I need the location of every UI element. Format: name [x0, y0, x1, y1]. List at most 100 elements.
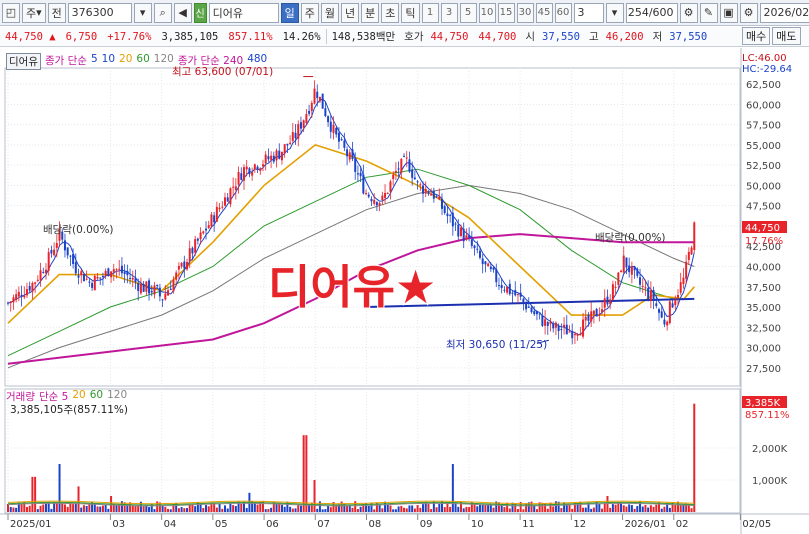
candle-body [286, 143, 289, 146]
volume-bar [630, 505, 633, 512]
volume-bar [427, 503, 430, 512]
candle-body [245, 166, 248, 170]
volume-bar [492, 507, 495, 512]
candle-body [549, 321, 552, 324]
candle-body [240, 173, 243, 180]
code-dropdown-icon[interactable]: ▾ [133, 2, 152, 23]
candle-body [576, 334, 579, 336]
candle-body [354, 157, 357, 172]
save-icon[interactable]: ▣ [719, 2, 738, 23]
candle-body [622, 255, 625, 273]
candle-body [175, 272, 178, 280]
tab-week[interactable]: 주 [300, 2, 319, 23]
candle-body [305, 114, 308, 123]
tab-minute[interactable]: 분 [361, 2, 380, 23]
trade-amount: 148,538백만 [325, 29, 401, 44]
tab-month[interactable]: 월 [320, 2, 340, 23]
stock-label[interactable]: 디어유 [6, 53, 41, 70]
ma-10: 10 [101, 53, 116, 65]
interval-select[interactable]: 3 [573, 2, 604, 23]
minute-60[interactable]: 60 [554, 2, 572, 23]
minute-3[interactable]: 3 [440, 2, 458, 23]
candle-body [405, 157, 408, 159]
minute-1[interactable]: 1 [421, 2, 439, 23]
candle-body [411, 169, 414, 178]
candle-body [495, 268, 498, 283]
draw-tool-icon[interactable]: ✎ [699, 2, 718, 23]
volume-bar [194, 506, 197, 512]
candle-body [224, 197, 227, 206]
volume-bar [614, 504, 617, 512]
type-button[interactable]: 전 [47, 2, 66, 23]
volume-bar [462, 508, 465, 512]
volume-bar [232, 505, 235, 512]
volume-bar [503, 507, 506, 512]
volume-bar [34, 476, 37, 512]
minute-15[interactable]: 15 [497, 2, 515, 23]
minute-45[interactable]: 45 [535, 2, 553, 23]
candle-body [644, 287, 647, 289]
candle-body [484, 261, 487, 265]
volume-bar [177, 508, 180, 512]
candle-body [142, 284, 145, 292]
candle-body [85, 278, 88, 280]
low-price: 37,550 [669, 30, 708, 43]
candle-body [351, 149, 354, 160]
volume-bar [644, 504, 647, 512]
minute-10[interactable]: 10 [478, 2, 496, 23]
candle-body [511, 292, 514, 294]
volume-bar [568, 505, 571, 512]
volume-bar [397, 506, 400, 512]
search-icon[interactable]: ⌕ [153, 2, 172, 23]
chart-settings-icon[interactable]: ⚙ [679, 2, 698, 23]
stock-chart[interactable]: 62,500 60,000 57,500 55,000 52,500 50,000 47,5… [0, 48, 809, 534]
market-select[interactable]: 주 ▾ [22, 2, 46, 23]
candle-body [267, 156, 270, 160]
bid-label: 호가 [404, 31, 424, 43]
minute-5[interactable]: 5 [459, 2, 477, 23]
toolbar: ◰ 주 ▾ 전 376300 ▾ ⌕ ◀ 신 디어유 일 주 월 년 분 초 틱 … [0, 0, 809, 26]
volume-bar [592, 507, 595, 512]
volume-bar [270, 507, 273, 512]
candle-body [251, 172, 254, 176]
tab-day[interactable]: 일 [280, 2, 299, 23]
candle-body [261, 164, 264, 167]
candle-body [560, 328, 563, 330]
tab-tick[interactable]: 틱 [401, 2, 420, 23]
buy-button[interactable]: 매수 [742, 27, 771, 45]
low-annotation: 최저 30,650 (11/25) [446, 339, 547, 351]
candle-body [12, 297, 15, 303]
tab-second[interactable]: 초 [381, 2, 400, 23]
volume-bar [299, 505, 302, 512]
volume-bar [327, 505, 330, 512]
candle-body [23, 295, 26, 298]
candle-body [519, 292, 522, 297]
minute-30[interactable]: 30 [516, 2, 534, 23]
sell-button[interactable]: 매도 [772, 27, 801, 45]
code-input[interactable]: 376300 [67, 2, 132, 23]
candle-body [55, 243, 58, 248]
candle-body [218, 207, 221, 210]
window-icon[interactable]: ◰ [2, 2, 20, 23]
interval-dropdown-icon[interactable]: ▾ [605, 2, 624, 23]
candle-body [489, 266, 492, 270]
candle-body [318, 96, 321, 102]
candle-body [500, 284, 503, 289]
volume-bar [256, 504, 259, 512]
candle-body [316, 91, 319, 99]
time-tick-label: 02 [676, 519, 689, 530]
candle-body [77, 275, 80, 278]
gear-icon[interactable]: ⚙ [739, 2, 758, 23]
count-field[interactable]: 254/600 [625, 2, 678, 23]
candle-body [134, 278, 137, 283]
tab-year[interactable]: 년 [341, 2, 360, 23]
speaker-icon[interactable]: ◀ [173, 2, 192, 23]
date-field[interactable]: 2026/02/0 [759, 2, 809, 23]
candle-body [427, 191, 430, 195]
volume-bar [183, 508, 186, 512]
volume-bar [291, 508, 294, 512]
volume-bar [465, 506, 468, 512]
volume-bar [278, 503, 281, 512]
candle-body [161, 299, 164, 301]
volume-bar [28, 505, 31, 512]
